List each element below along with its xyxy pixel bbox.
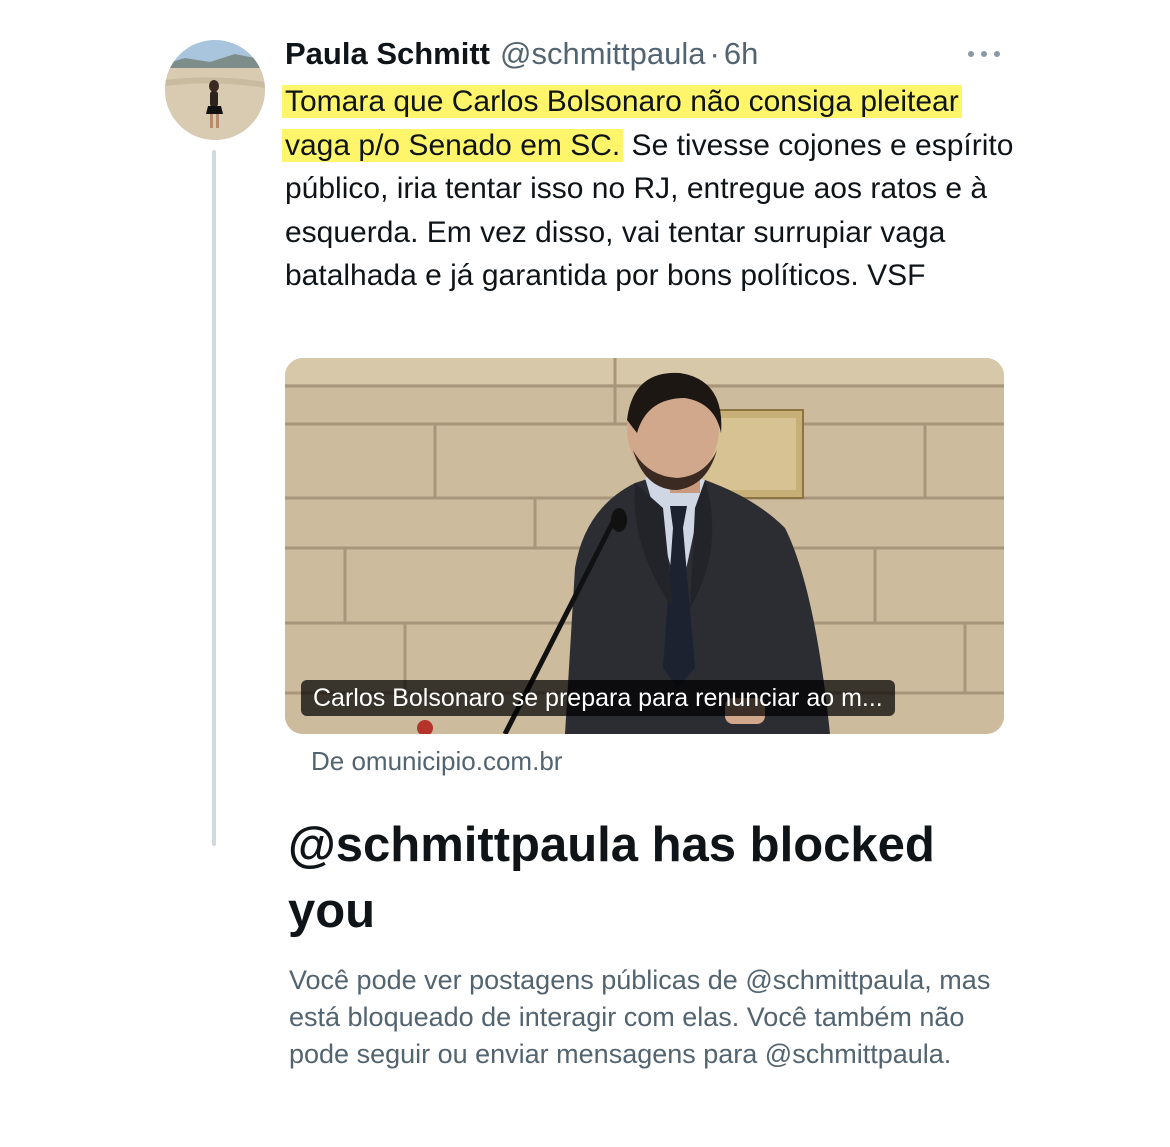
man-at-podium-photo [285,358,1004,734]
author-handle[interactable]: @schmittpaula [500,36,706,72]
separator-dot: · [709,36,720,71]
tweet-header: Paula Schmitt @schmittpaula · 6h [285,36,758,76]
ellipsis-horizontal-icon[interactable] [964,42,1004,66]
author-display-name[interactable]: Paula Schmitt [285,36,490,72]
profile-photo-beach [165,40,265,140]
blocked-notice-title: @schmittpaula has blocked you [288,818,935,938]
link-card[interactable]: Carlos Bolsonaro se prepara para renunci… [285,358,1004,734]
tweet-timestamp[interactable]: 6h [724,36,758,72]
link-card-source[interactable]: De omunicipio.com.br [311,746,562,777]
blocked-notice-body: Você pode ver postagens públicas de @sch… [289,965,991,1069]
link-card-caption: Carlos Bolsonaro se prepara para renunci… [301,680,895,716]
author-avatar[interactable] [165,40,265,140]
tweet-text: Tomara que Carlos Bolsonaro não consiga … [282,80,1015,298]
thread-line [212,150,216,846]
